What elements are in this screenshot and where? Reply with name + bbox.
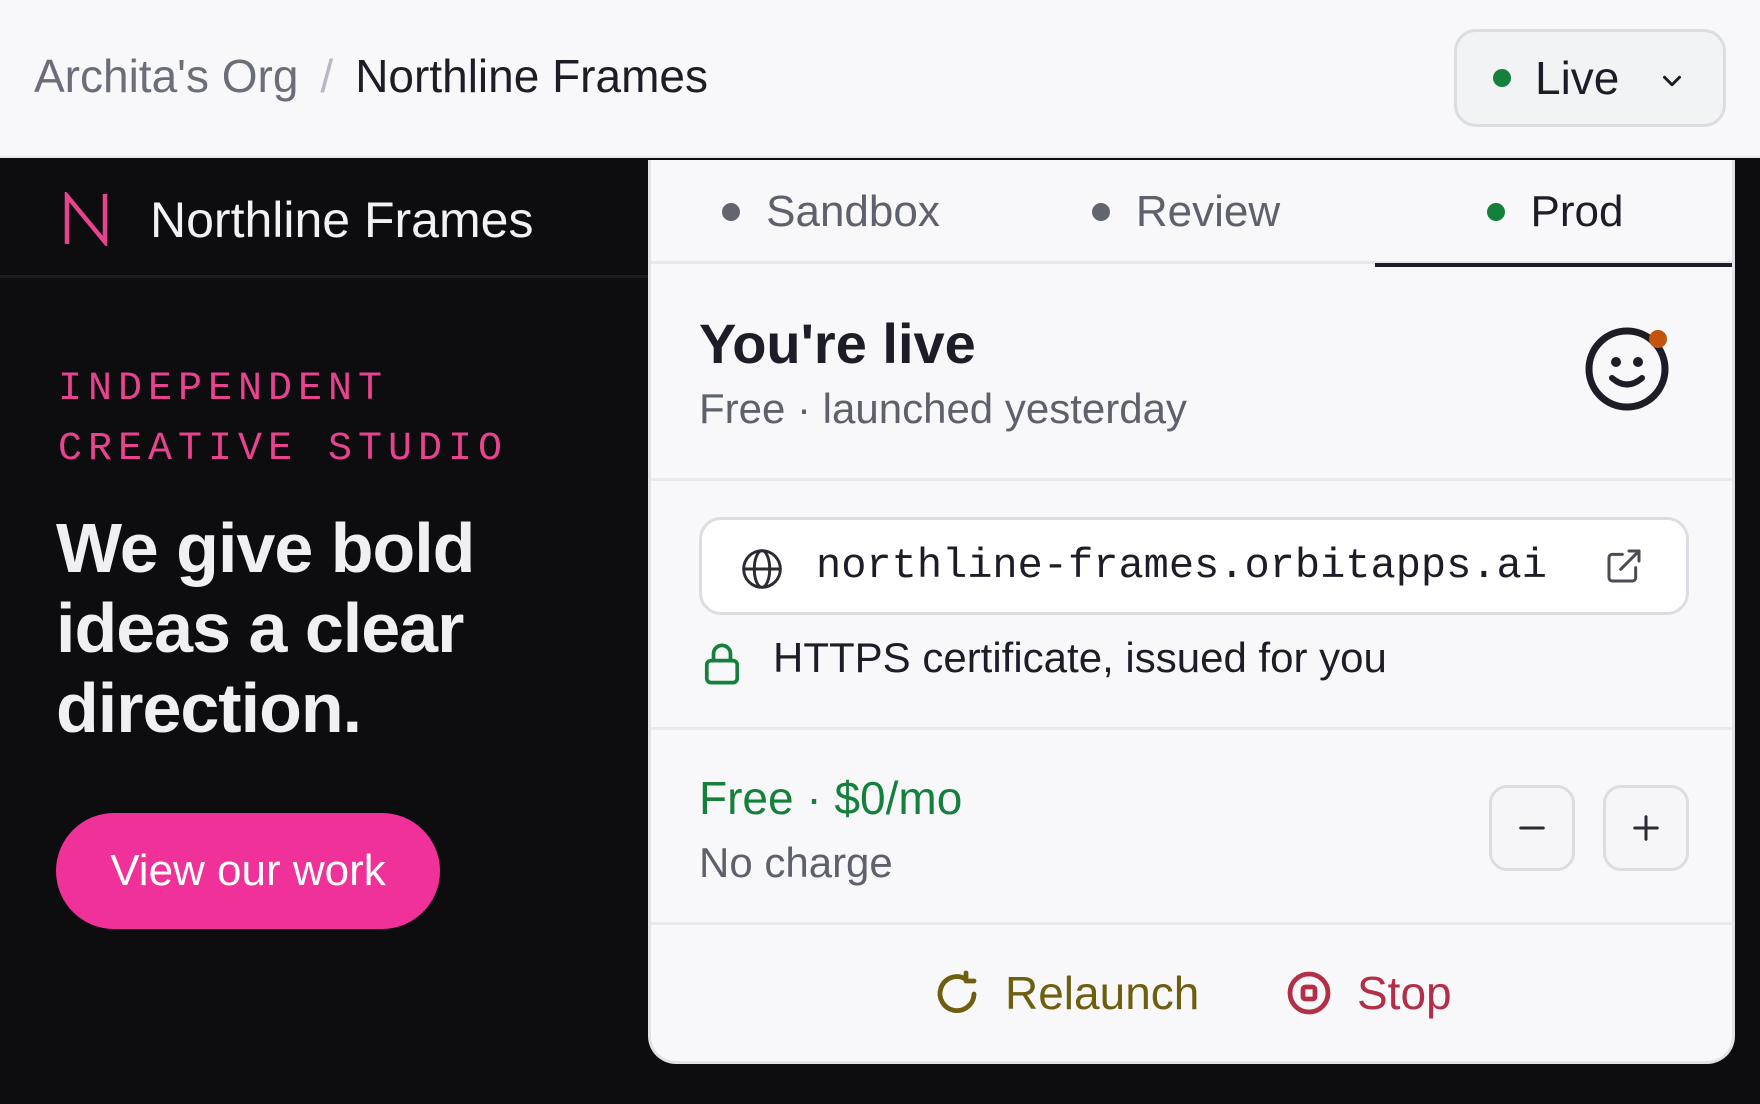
plus-icon	[1633, 815, 1659, 841]
tab-status-dot	[1486, 203, 1505, 221]
breadcrumb-project[interactable]: Northline Frames	[355, 53, 708, 99]
tab-label: Prod	[1530, 187, 1624, 236]
status-subtitle: Free · launched yesterday	[699, 385, 1187, 432]
status-title: You're live	[699, 312, 976, 375]
environment-tabs: Sandbox Review Prod	[651, 160, 1732, 267]
stop-button[interactable]: Stop	[1285, 956, 1452, 1030]
environment-status-label: Live	[1535, 52, 1620, 104]
plan-section: Free · $0/mo No charge	[651, 733, 1732, 925]
top-bar: Archita's Org / Northline Frames Live	[0, 0, 1760, 158]
stop-label: Stop	[1357, 967, 1452, 1019]
tab-status-dot	[722, 203, 741, 221]
stop-icon	[1287, 971, 1331, 1015]
relaunch-label: Relaunch	[1005, 967, 1200, 1019]
smiley-avatar-icon[interactable]	[1583, 321, 1679, 417]
chevron-down-icon	[1663, 75, 1681, 87]
tab-label: Review	[1135, 187, 1281, 236]
domain-url-box[interactable]: northline-frames.orbitapps.ai	[699, 517, 1689, 615]
site-preview: Northline Frames INDEPENDENT CREATIVE ST…	[0, 160, 648, 1104]
plan-title: Free · $0/mo	[699, 772, 963, 824]
brand-logo-icon	[64, 192, 108, 246]
breadcrumb-org[interactable]: Archita's Org	[34, 53, 298, 99]
increase-plan-button[interactable]	[1603, 785, 1689, 871]
domain-url: northline-frames.orbitapps.ai	[816, 542, 1547, 590]
tab-status-dot	[1091, 203, 1110, 221]
tab-label: Sandbox	[766, 187, 940, 236]
preview-brand-name: Northline Frames	[150, 192, 534, 248]
globe-icon	[742, 549, 782, 589]
live-status-dot	[1493, 69, 1511, 87]
https-status: HTTPS certificate, issued for you	[773, 634, 1387, 681]
plan-subtitle: No charge	[699, 839, 893, 886]
domain-section: northline-frames.orbitapps.ai HTTPS cert…	[651, 484, 1732, 730]
decrease-plan-button[interactable]	[1489, 785, 1575, 871]
breadcrumb: Archita's Org / Northline Frames	[34, 0, 708, 152]
preview-eyebrow: INDEPENDENT CREATIVE STUDIO	[58, 367, 509, 472]
preview-header: Northline Frames	[0, 160, 648, 278]
environment-status-dropdown[interactable]: Live	[1454, 29, 1726, 127]
relaunch-button[interactable]: Relaunch	[933, 956, 1199, 1030]
view-our-work-button[interactable]: View our work	[56, 813, 440, 929]
tab-sandbox[interactable]: Sandbox	[711, 160, 951, 264]
lock-icon	[704, 643, 740, 685]
deployment-panel: Sandbox Review Prod You're live Free · l…	[648, 160, 1735, 1064]
external-link-icon[interactable]	[1604, 546, 1644, 586]
preview-headline: We give bold ideas a clear direction.	[56, 509, 475, 747]
tab-review[interactable]: Review	[1086, 160, 1286, 264]
breadcrumb-separator: /	[320, 50, 334, 102]
minus-icon	[1519, 826, 1545, 830]
relaunch-icon	[937, 970, 977, 1013]
panel-actions: Relaunch Stop	[651, 928, 1732, 1061]
tab-prod[interactable]: Prod	[1375, 160, 1732, 267]
status-section: You're live Free · launched yesterday	[651, 267, 1732, 481]
